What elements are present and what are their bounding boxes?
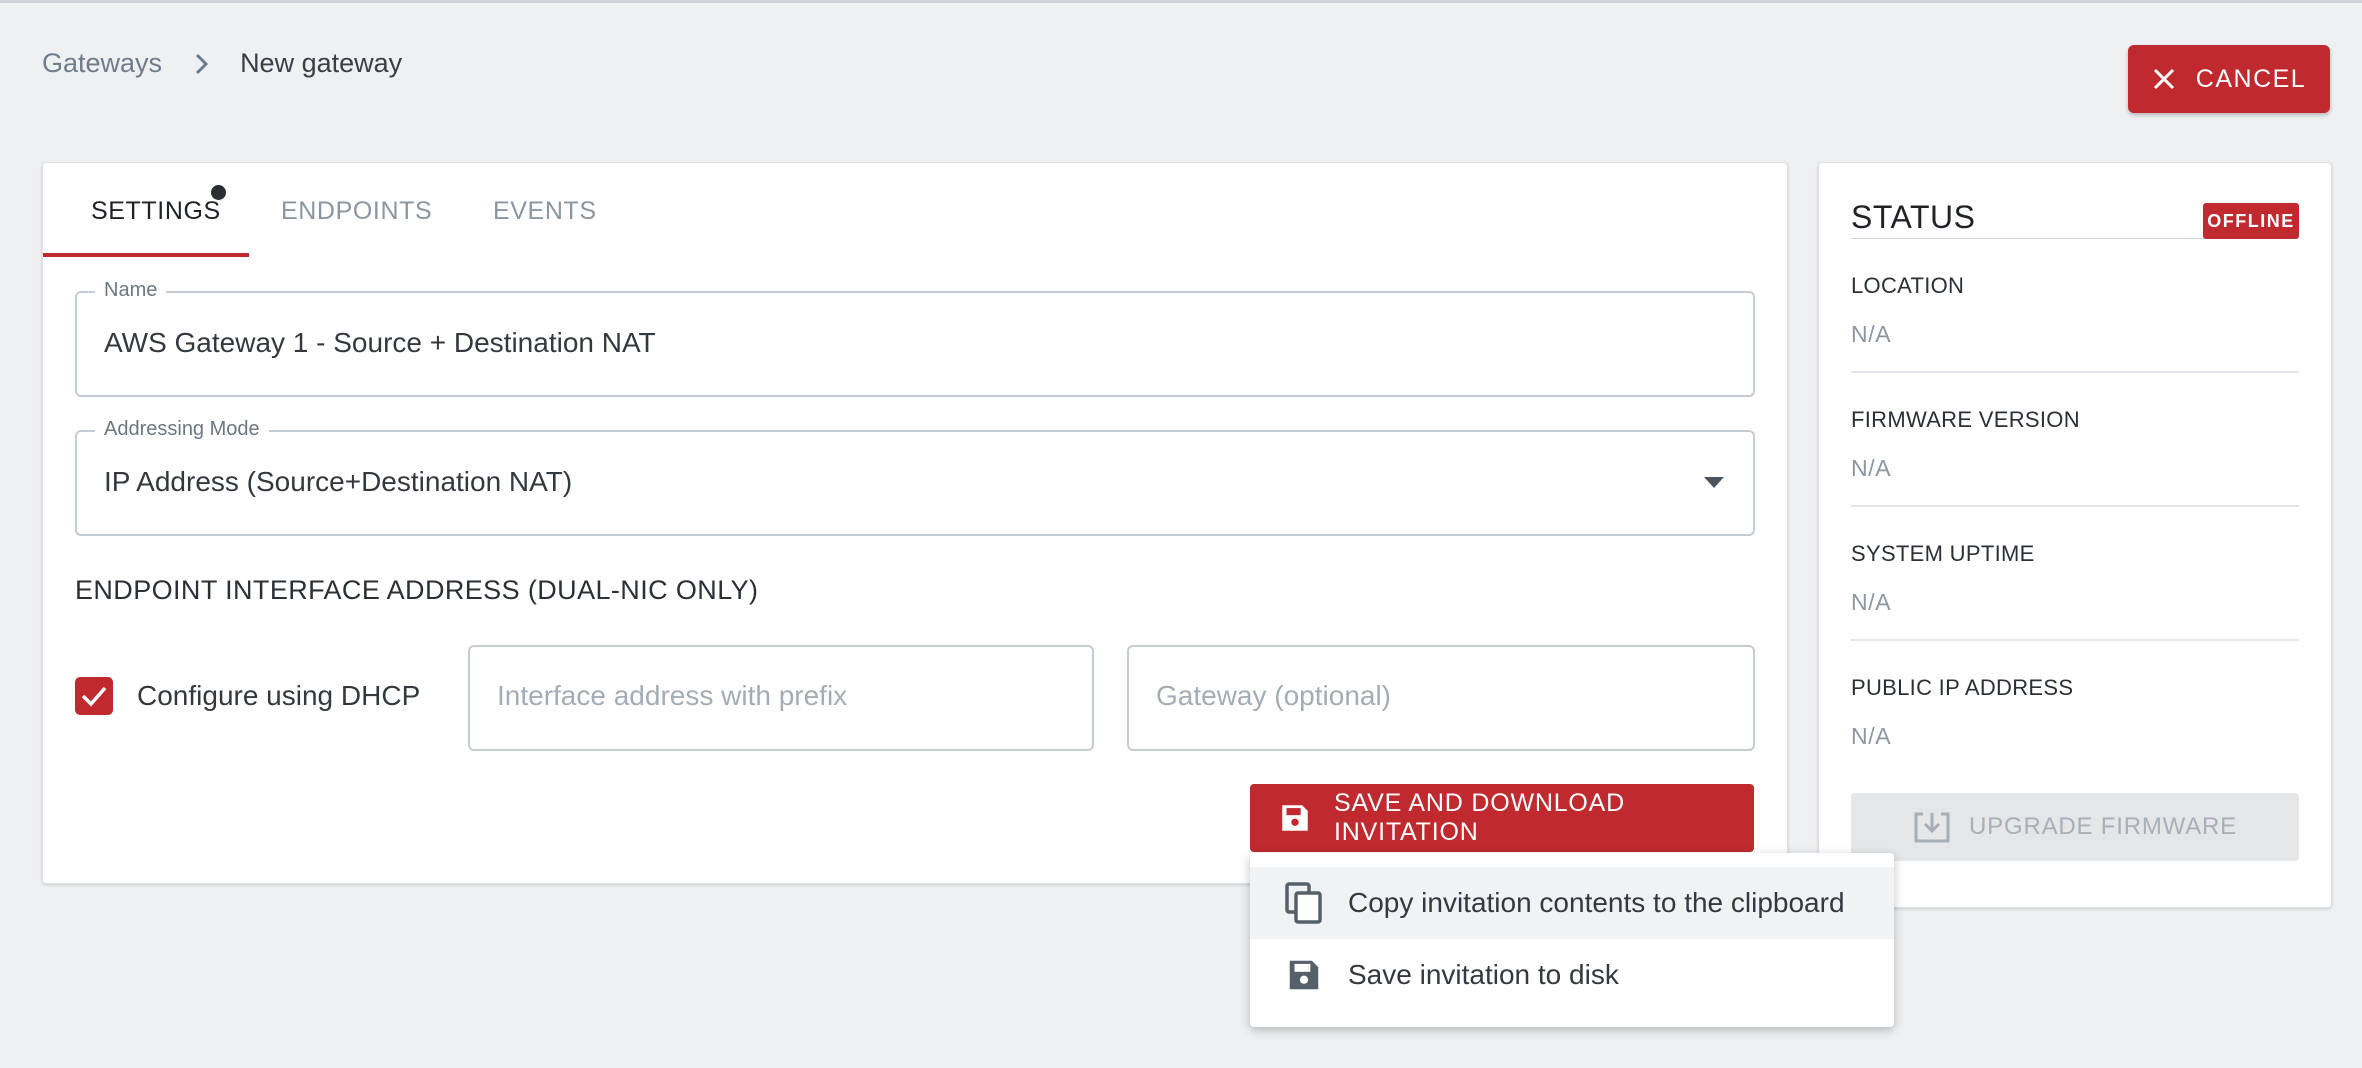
- addressing-mode-select[interactable]: Addressing Mode IP Address (Source+Desti…: [75, 418, 1755, 536]
- system-uptime-label: SYSTEM UPTIME: [1851, 541, 2035, 566]
- menu-item-save-disk-label: Save invitation to disk: [1348, 959, 1619, 990]
- firmware-version-label: FIRMWARE VERSION: [1851, 407, 2080, 432]
- divider: [1851, 371, 2299, 373]
- download-icon: [1913, 810, 1951, 844]
- tab-endpoints-label: ENDPOINTS: [281, 196, 433, 225]
- divider: [1851, 505, 2299, 507]
- save-and-download-label: SAVE AND DOWNLOAD INVITATION: [1334, 789, 1625, 846]
- close-icon: [2153, 68, 2174, 90]
- tab-settings-label: SETTINGS: [91, 196, 221, 225]
- location-value: N/A: [1851, 321, 1892, 347]
- active-tab-indicator: [43, 253, 249, 257]
- floppy-disk-icon: [1278, 801, 1312, 835]
- checkmark-icon: [81, 686, 107, 707]
- breadcrumb-current: New gateway: [240, 48, 403, 78]
- cancel-button[interactable]: CANCEL: [2128, 45, 2330, 113]
- menu-item-copy-label: Copy invitation contents to the clipboar…: [1348, 887, 1845, 918]
- settings-card: SETTINGS ENDPOINTS EVENTS Name AWS Gatew…: [42, 162, 1788, 884]
- upgrade-firmware-button[interactable]: UPGRADE FIRMWARE: [1851, 793, 2299, 861]
- unsaved-indicator-dot: [211, 185, 226, 200]
- breadcrumb-gateways-link[interactable]: Gateways: [42, 48, 162, 79]
- top-border: [0, 0, 2362, 3]
- name-field[interactable]: Name AWS Gateway 1 - Source + Destinatio…: [75, 279, 1755, 397]
- interface-address-input[interactable]: Interface address with prefix: [468, 645, 1094, 751]
- status-title: STATUS: [1851, 199, 1976, 235]
- addressing-mode-value: IP Address (Source+Destination NAT): [104, 466, 573, 497]
- dhcp-checkbox[interactable]: [75, 677, 113, 715]
- status-card: STATUS OFFLINE LOCATION N/A FIRMWARE VER…: [1818, 162, 2332, 908]
- firmware-version-value: N/A: [1851, 455, 1892, 481]
- floppy-disk-icon: [1282, 953, 1326, 997]
- endpoint-section-title: ENDPOINT INTERFACE ADDRESS (DUAL-NIC ONL…: [75, 575, 759, 605]
- chevron-right-icon: [192, 53, 212, 74]
- tab-settings[interactable]: SETTINGS: [91, 163, 221, 259]
- public-ip-label: PUBLIC IP ADDRESS: [1851, 675, 2074, 700]
- upgrade-firmware-label: UPGRADE FIRMWARE: [1969, 813, 2237, 840]
- cancel-button-label: CANCEL: [2195, 64, 2307, 93]
- name-field-label: Name: [95, 279, 167, 302]
- name-field-value: AWS Gateway 1 - Source + Destination NAT: [104, 327, 656, 358]
- gateway-input-placeholder: Gateway (optional): [1156, 680, 1392, 711]
- public-ip-value: N/A: [1851, 723, 1892, 749]
- save-options-menu: Copy invitation contents to the clipboar…: [1250, 853, 1894, 1027]
- breadcrumb: Gateways New gateway: [42, 48, 402, 79]
- gateway-input[interactable]: Gateway (optional): [1127, 645, 1755, 751]
- addressing-mode-label: Addressing Mode: [95, 418, 269, 441]
- tab-endpoints[interactable]: ENDPOINTS: [281, 163, 432, 259]
- save-and-download-button[interactable]: SAVE AND DOWNLOAD INVITATION: [1250, 784, 1754, 852]
- tab-events[interactable]: EVENTS: [493, 163, 597, 259]
- tab-events-label: EVENTS: [493, 196, 597, 225]
- copy-icon: [1282, 881, 1326, 925]
- dhcp-checkbox-label[interactable]: Configure using DHCP: [137, 680, 420, 712]
- system-uptime-value: N/A: [1851, 589, 1892, 615]
- dropdown-arrow-icon: [1704, 477, 1724, 488]
- menu-item-save-disk[interactable]: Save invitation to disk: [1250, 939, 1894, 1011]
- divider: [1851, 639, 2299, 641]
- menu-item-copy-clipboard[interactable]: Copy invitation contents to the clipboar…: [1250, 867, 1894, 939]
- interface-address-placeholder: Interface address with prefix: [497, 680, 848, 711]
- location-label: LOCATION: [1851, 273, 1965, 298]
- status-badge: OFFLINE: [2203, 203, 2299, 239]
